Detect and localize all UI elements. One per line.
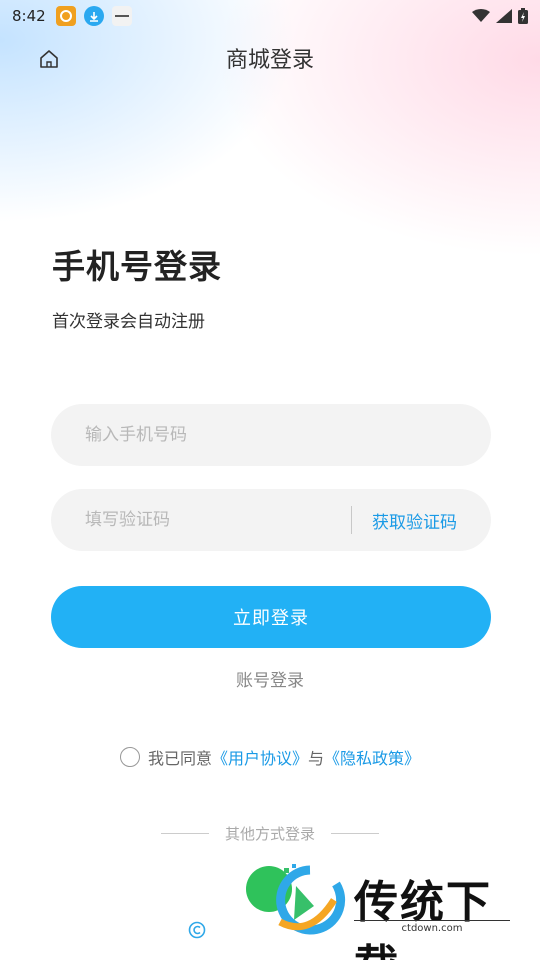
verification-code-input[interactable]	[85, 510, 341, 530]
watermark-subtext: ctdown.com	[354, 920, 510, 934]
field-divider	[351, 506, 352, 534]
agreement-row: 我已同意 《用户协议》 与 《隐私政策》	[0, 745, 540, 769]
nav-bar: 商城登录	[0, 36, 540, 80]
signal-icon	[496, 9, 512, 23]
code-field-container: 获取验证码	[51, 489, 491, 551]
privacy-policy-link[interactable]: 《隐私政策》	[324, 745, 420, 769]
other-login-row: 其他方式登录	[0, 823, 540, 844]
wifi-icon	[472, 9, 490, 22]
get-code-button[interactable]: 获取验证码	[372, 508, 457, 533]
login-button[interactable]: 立即登录	[51, 586, 491, 648]
agreement-prefix: 我已同意	[147, 749, 212, 768]
page-title: 商城登录	[225, 48, 314, 73]
watermark: 传统下载 ctdown.com	[270, 862, 520, 960]
download-icon	[83, 6, 104, 26]
status-right	[472, 8, 528, 24]
login-subheading: 首次登录会自动注册	[52, 312, 205, 332]
login-heading: 手机号登录	[52, 247, 222, 286]
agreement-checkbox[interactable]	[119, 747, 140, 767]
home-icon[interactable]	[38, 48, 60, 70]
phone-input[interactable]	[85, 425, 457, 445]
account-login-link[interactable]: 账号登录	[0, 666, 540, 691]
watermark-logo-icon	[276, 864, 346, 935]
status-bar: 8:42	[0, 0, 540, 32]
divider-left	[160, 833, 209, 834]
divider-right	[331, 833, 379, 834]
copyright-icon	[188, 921, 206, 939]
battery-icon	[518, 8, 528, 24]
phone-field-container	[51, 404, 491, 466]
other-login-label: 其他方式登录	[224, 825, 315, 843]
watermark-text: 传统下载	[354, 877, 492, 960]
status-time: 8:42	[12, 7, 46, 25]
app-notification-icon	[55, 6, 76, 26]
agreement-connector: 与	[308, 749, 325, 768]
app-notification-icon	[111, 6, 132, 26]
user-agreement-link[interactable]: 《用户协议》	[212, 745, 308, 769]
